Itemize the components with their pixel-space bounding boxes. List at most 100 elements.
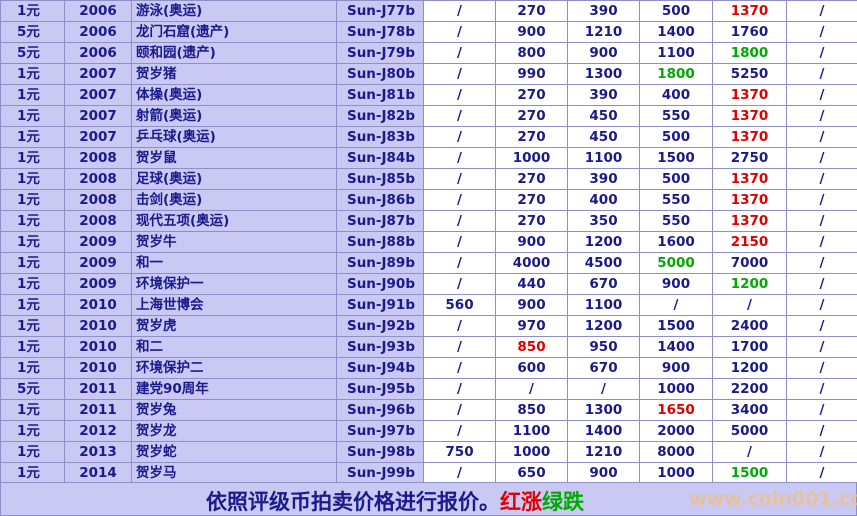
catalog-code-cell: Sun-J94b	[336, 357, 424, 379]
price-cell-5: 1200	[712, 273, 787, 295]
catalog-code-cell: Sun-J87b	[336, 210, 424, 232]
footer-note-red: 红涨	[500, 490, 542, 514]
year-cell: 2008	[64, 210, 132, 232]
catalog-code-cell: Sun-J82b	[336, 105, 424, 127]
coin-name-cell: 贺岁虎	[131, 315, 337, 337]
coin-name-cell: 游泳(奥运)	[131, 0, 337, 22]
year-cell: 2007	[64, 105, 132, 127]
table-row: 1元 2008 足球(奥运) Sun-J85b/270 390 500 1370/	[0, 168, 857, 190]
price-cell-2: 900	[495, 231, 568, 253]
price-cell-5: 7000	[712, 252, 787, 274]
price-cell-5: 1800	[712, 42, 787, 64]
price-cell-2: /	[495, 378, 568, 400]
price-cell-2: 270	[495, 0, 568, 22]
price-cell-5: 1370	[712, 210, 787, 232]
year-cell: 2010	[64, 336, 132, 358]
price-cell-5: 1700	[712, 336, 787, 358]
price-cell-1: /	[423, 147, 496, 169]
price-cell-3: 670	[567, 357, 640, 379]
price-cell-5: 3400	[712, 399, 787, 421]
denomination-cell: 1元	[0, 147, 65, 169]
price-cell-4: 1400	[639, 336, 713, 358]
table-row: 1元 2007 射箭(奥运) Sun-J82b/270 450 550 1370/	[0, 105, 857, 127]
price-cell-6: /	[786, 399, 857, 421]
catalog-code-cell: Sun-J86b	[336, 189, 424, 211]
price-cell-6: /	[786, 21, 857, 43]
table-row: 1元 2010 环境保护二 Sun-J94b/600 670 900 1200/	[0, 357, 857, 379]
catalog-code-cell: Sun-J78b	[336, 21, 424, 43]
denomination-cell: 1元	[0, 357, 65, 379]
price-cell-4: 550	[639, 210, 713, 232]
price-cell-6: /	[786, 315, 857, 337]
table-body: 1元 2006 游泳(奥运) Sun-J77b/270 390 500 1370/5元 200…	[0, 0, 857, 505]
price-cell-2: 1000	[495, 441, 568, 463]
year-cell: 2008	[64, 147, 132, 169]
price-cell-2: 4000	[495, 252, 568, 274]
price-cell-6: /	[786, 147, 857, 169]
price-cell-2: 270	[495, 126, 568, 148]
price-cell-1: /	[423, 210, 496, 232]
table-row: 1元 2006 游泳(奥运) Sun-J77b/270 390 500 1370/	[0, 0, 857, 22]
denomination-cell: 1元	[0, 420, 65, 442]
price-cell-5: 2200	[712, 378, 787, 400]
denomination-cell: 1元	[0, 441, 65, 463]
price-cell-5: 5000	[712, 420, 787, 442]
table-row: 1元 2010 贺岁虎 Sun-J92b/970 1200 1500 2400/	[0, 315, 857, 337]
denomination-cell: 1元	[0, 399, 65, 421]
price-cell-6: /	[786, 105, 857, 127]
price-cell-4: 900	[639, 273, 713, 295]
year-cell: 2010	[64, 294, 132, 316]
price-cell-1: /	[423, 105, 496, 127]
price-cell-6: /	[786, 441, 857, 463]
price-cell-1: /	[423, 84, 496, 106]
coin-name-cell: 贺岁牛	[131, 231, 337, 253]
denomination-cell: 5元	[0, 21, 65, 43]
price-cell-1: /	[423, 42, 496, 64]
coin-name-cell: 贺岁猪	[131, 63, 337, 85]
price-cell-3: 1100	[567, 147, 640, 169]
price-cell-2: 850	[495, 336, 568, 358]
price-cell-5: 2150	[712, 231, 787, 253]
price-cell-3: 670	[567, 273, 640, 295]
price-cell-4: 1500	[639, 147, 713, 169]
price-cell-1: /	[423, 252, 496, 274]
catalog-code-cell: Sun-J96b	[336, 399, 424, 421]
price-cell-6: /	[786, 462, 857, 484]
price-cell-4: 550	[639, 189, 713, 211]
table-row: 1元 2008 贺岁鼠 Sun-J84b/1000 1100 1500 2750/	[0, 147, 857, 169]
denomination-cell: 5元	[0, 378, 65, 400]
denomination-cell: 1元	[0, 105, 65, 127]
coin-name-cell: 颐和园(遗产)	[131, 42, 337, 64]
table-row: 5元 2011 建党90周年 Sun-J95b / //1000 2200/	[0, 378, 857, 400]
year-cell: 2006	[64, 0, 132, 22]
price-cell-1: /	[423, 399, 496, 421]
coin-name-cell: 贺岁龙	[131, 420, 337, 442]
table-row: 5元 2006 龙门石窟(遗产) Sun-J78b/900 1210 1400 1760/	[0, 21, 857, 43]
price-cell-5: 1500	[712, 462, 787, 484]
price-cell-1: 560	[423, 294, 496, 316]
price-cell-2: 850	[495, 399, 568, 421]
price-cell-4: 1500	[639, 315, 713, 337]
price-cell-1: /	[423, 462, 496, 484]
price-cell-5: 1760	[712, 21, 787, 43]
price-cell-4: 500	[639, 0, 713, 22]
catalog-code-cell: Sun-J84b	[336, 147, 424, 169]
coin-price-table: 1元 2006 游泳(奥运) Sun-J77b/270 390 500 1370/5元 200…	[0, 0, 857, 505]
denomination-cell: 1元	[0, 462, 65, 484]
year-cell: 2006	[64, 21, 132, 43]
denomination-cell: 1元	[0, 294, 65, 316]
price-cell-6: /	[786, 294, 857, 316]
price-cell-2: 990	[495, 63, 568, 85]
year-cell: 2011	[64, 399, 132, 421]
price-cell-4: 1100	[639, 42, 713, 64]
coin-name-cell: 足球(奥运)	[131, 168, 337, 190]
price-cell-3: 390	[567, 0, 640, 22]
year-cell: 2009	[64, 231, 132, 253]
price-cell-1: /	[423, 0, 496, 22]
year-cell: 2012	[64, 420, 132, 442]
price-cell-6: /	[786, 210, 857, 232]
year-cell: 2013	[64, 441, 132, 463]
year-cell: 2007	[64, 63, 132, 85]
price-cell-5: 5250	[712, 63, 787, 85]
price-cell-4: 900	[639, 357, 713, 379]
